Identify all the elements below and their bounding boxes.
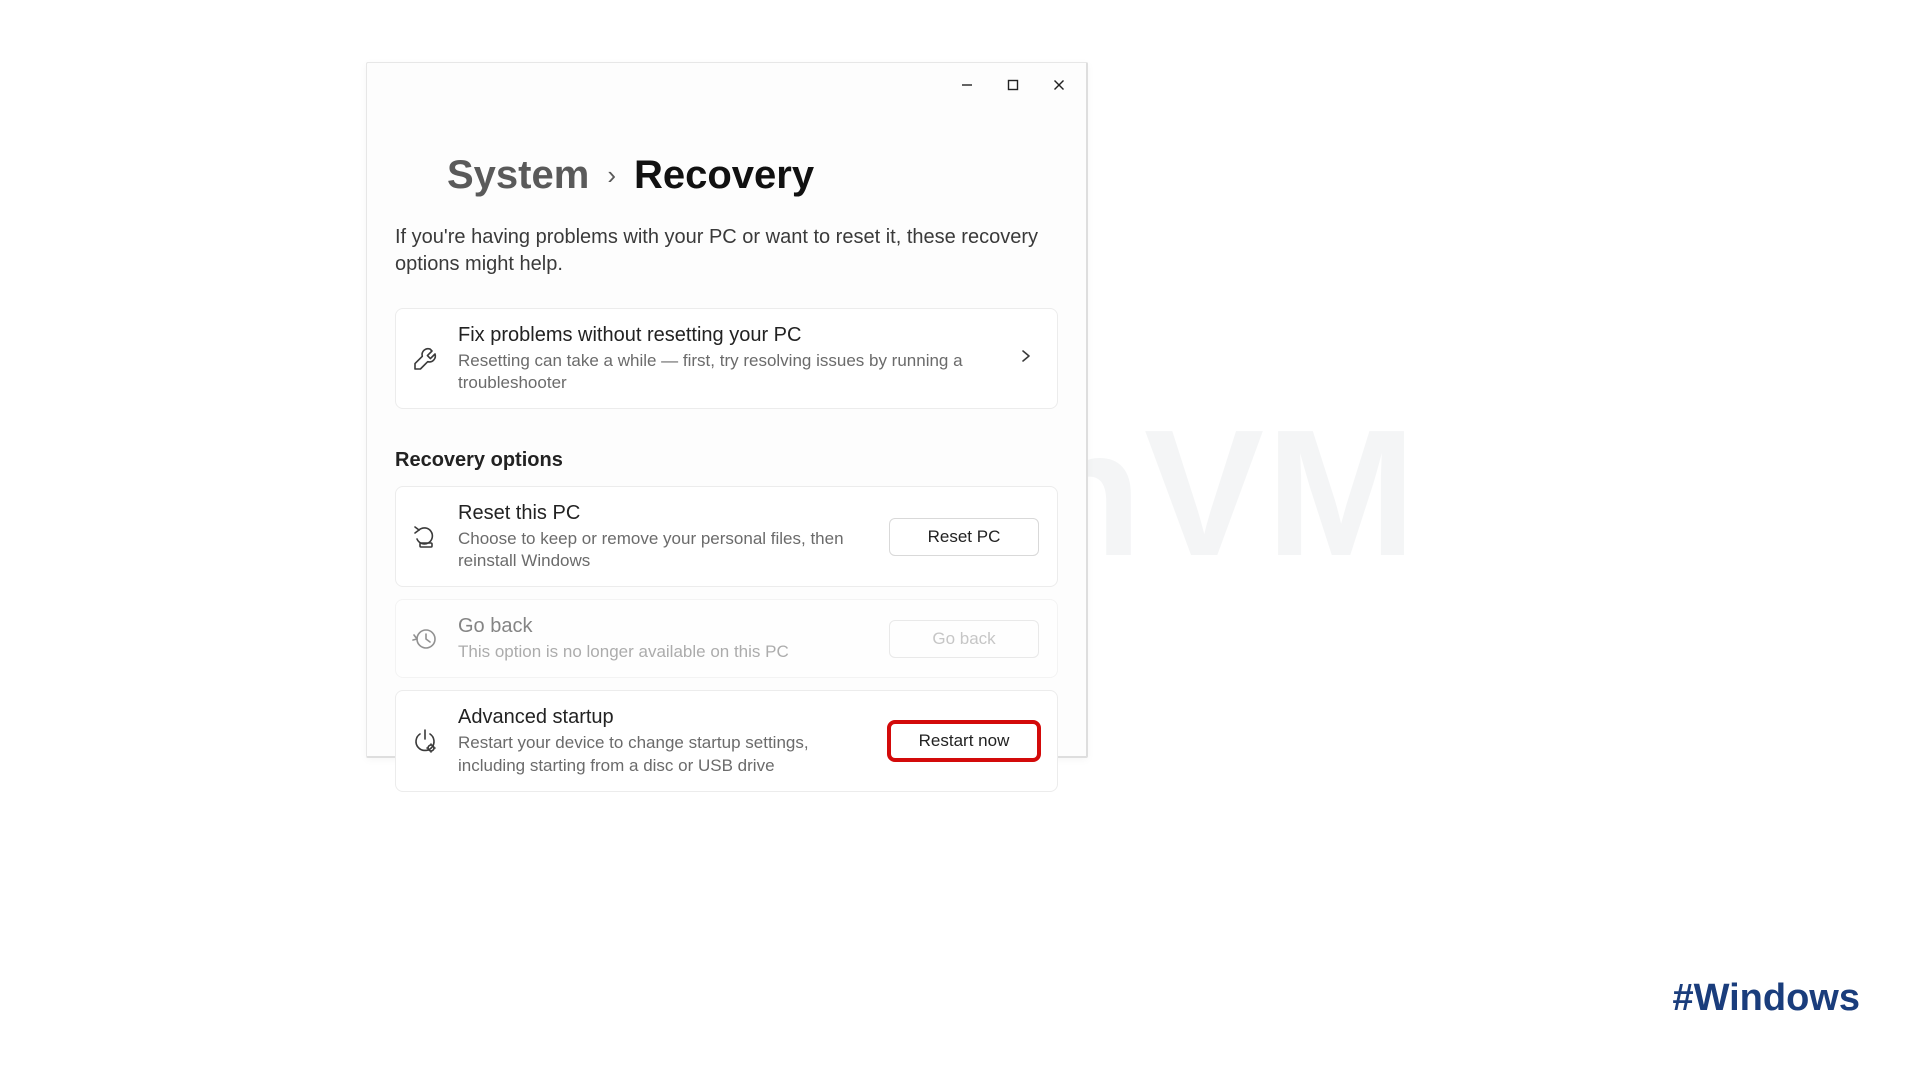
breadcrumb-separator: › (607, 160, 616, 191)
maximize-button[interactable] (990, 69, 1036, 101)
goback-desc: This option is no longer available on th… (458, 641, 871, 663)
reset-icon (410, 522, 440, 552)
reset-title: Reset this PC (458, 501, 871, 526)
intro-text: If you're having problems with your PC o… (395, 224, 1045, 278)
recovery-options-label: Recovery options (395, 449, 1058, 472)
reset-pc-card: Reset this PC Choose to keep or remove y… (395, 486, 1058, 587)
breadcrumb: System › Recovery (447, 153, 1058, 198)
close-icon (1052, 78, 1066, 92)
close-button[interactable] (1036, 69, 1082, 101)
restart-now-button[interactable]: Restart now (889, 722, 1039, 760)
advanced-desc: Restart your device to change startup se… (458, 732, 871, 776)
hashtag-label: #Windows (1672, 977, 1860, 1020)
window-controls (944, 69, 1082, 101)
power-gear-icon (410, 726, 440, 756)
settings-window: System › Recovery If you're having probl… (366, 62, 1088, 758)
go-back-button: Go back (889, 620, 1039, 658)
wrench-icon (410, 344, 440, 374)
reset-pc-button[interactable]: Reset PC (889, 518, 1039, 556)
page-title: Recovery (634, 153, 814, 198)
minimize-icon (960, 78, 974, 92)
advanced-startup-card: Advanced startup Restart your device to … (395, 690, 1058, 791)
go-back-card: Go back This option is no longer availab… (395, 599, 1058, 678)
reset-desc: Choose to keep or remove your personal f… (458, 528, 871, 572)
minimize-button[interactable] (944, 69, 990, 101)
chevron-right-icon (1019, 349, 1039, 368)
goback-title: Go back (458, 614, 871, 639)
fix-problems-card[interactable]: Fix problems without resetting your PC R… (395, 308, 1058, 409)
fix-title: Fix problems without resetting your PC (458, 323, 1001, 348)
advanced-title: Advanced startup (458, 705, 871, 730)
history-icon (410, 624, 440, 654)
maximize-icon (1006, 78, 1020, 92)
breadcrumb-parent[interactable]: System (447, 153, 589, 198)
fix-desc: Resetting can take a while — first, try … (458, 350, 1001, 394)
